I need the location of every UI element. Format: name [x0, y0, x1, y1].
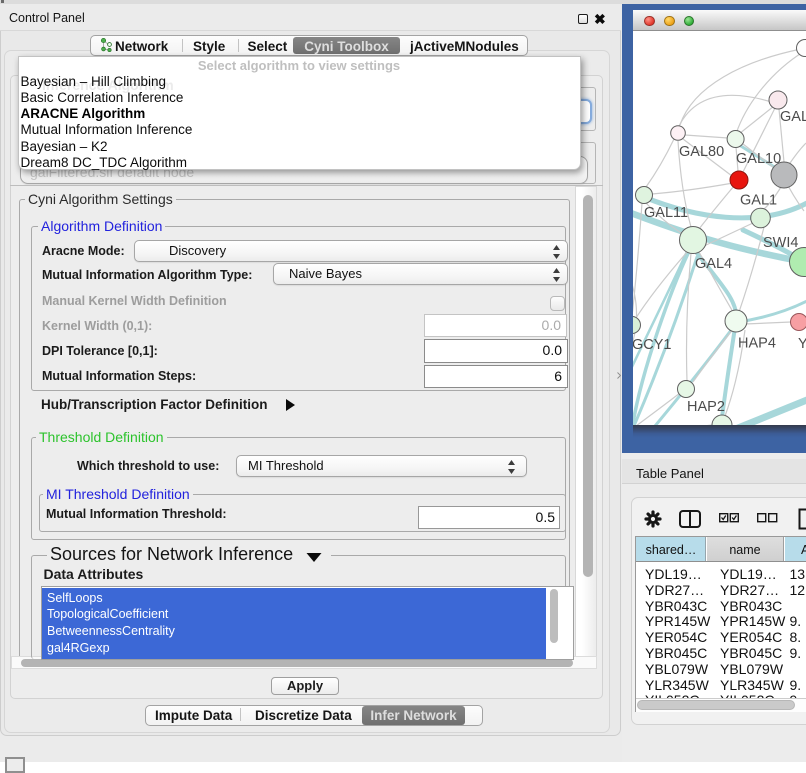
svg-text:GAL10: GAL10 [736, 151, 781, 167]
svg-text:GAL11: GAL11 [644, 205, 688, 221]
svg-text:Y: Y [798, 336, 806, 352]
svg-text:GAL80: GAL80 [679, 144, 724, 160]
svg-text:HAP4: HAP4 [738, 336, 776, 352]
svg-text:GAL4: GAL4 [695, 256, 732, 272]
svg-text:GAL7: GAL7 [780, 109, 806, 125]
svg-text:GAL1: GAL1 [740, 193, 777, 209]
svg-text:HAP2: HAP2 [687, 399, 725, 415]
svg-text:SWI4: SWI4 [763, 235, 798, 251]
svg-text:GCY1: GCY1 [633, 337, 672, 353]
